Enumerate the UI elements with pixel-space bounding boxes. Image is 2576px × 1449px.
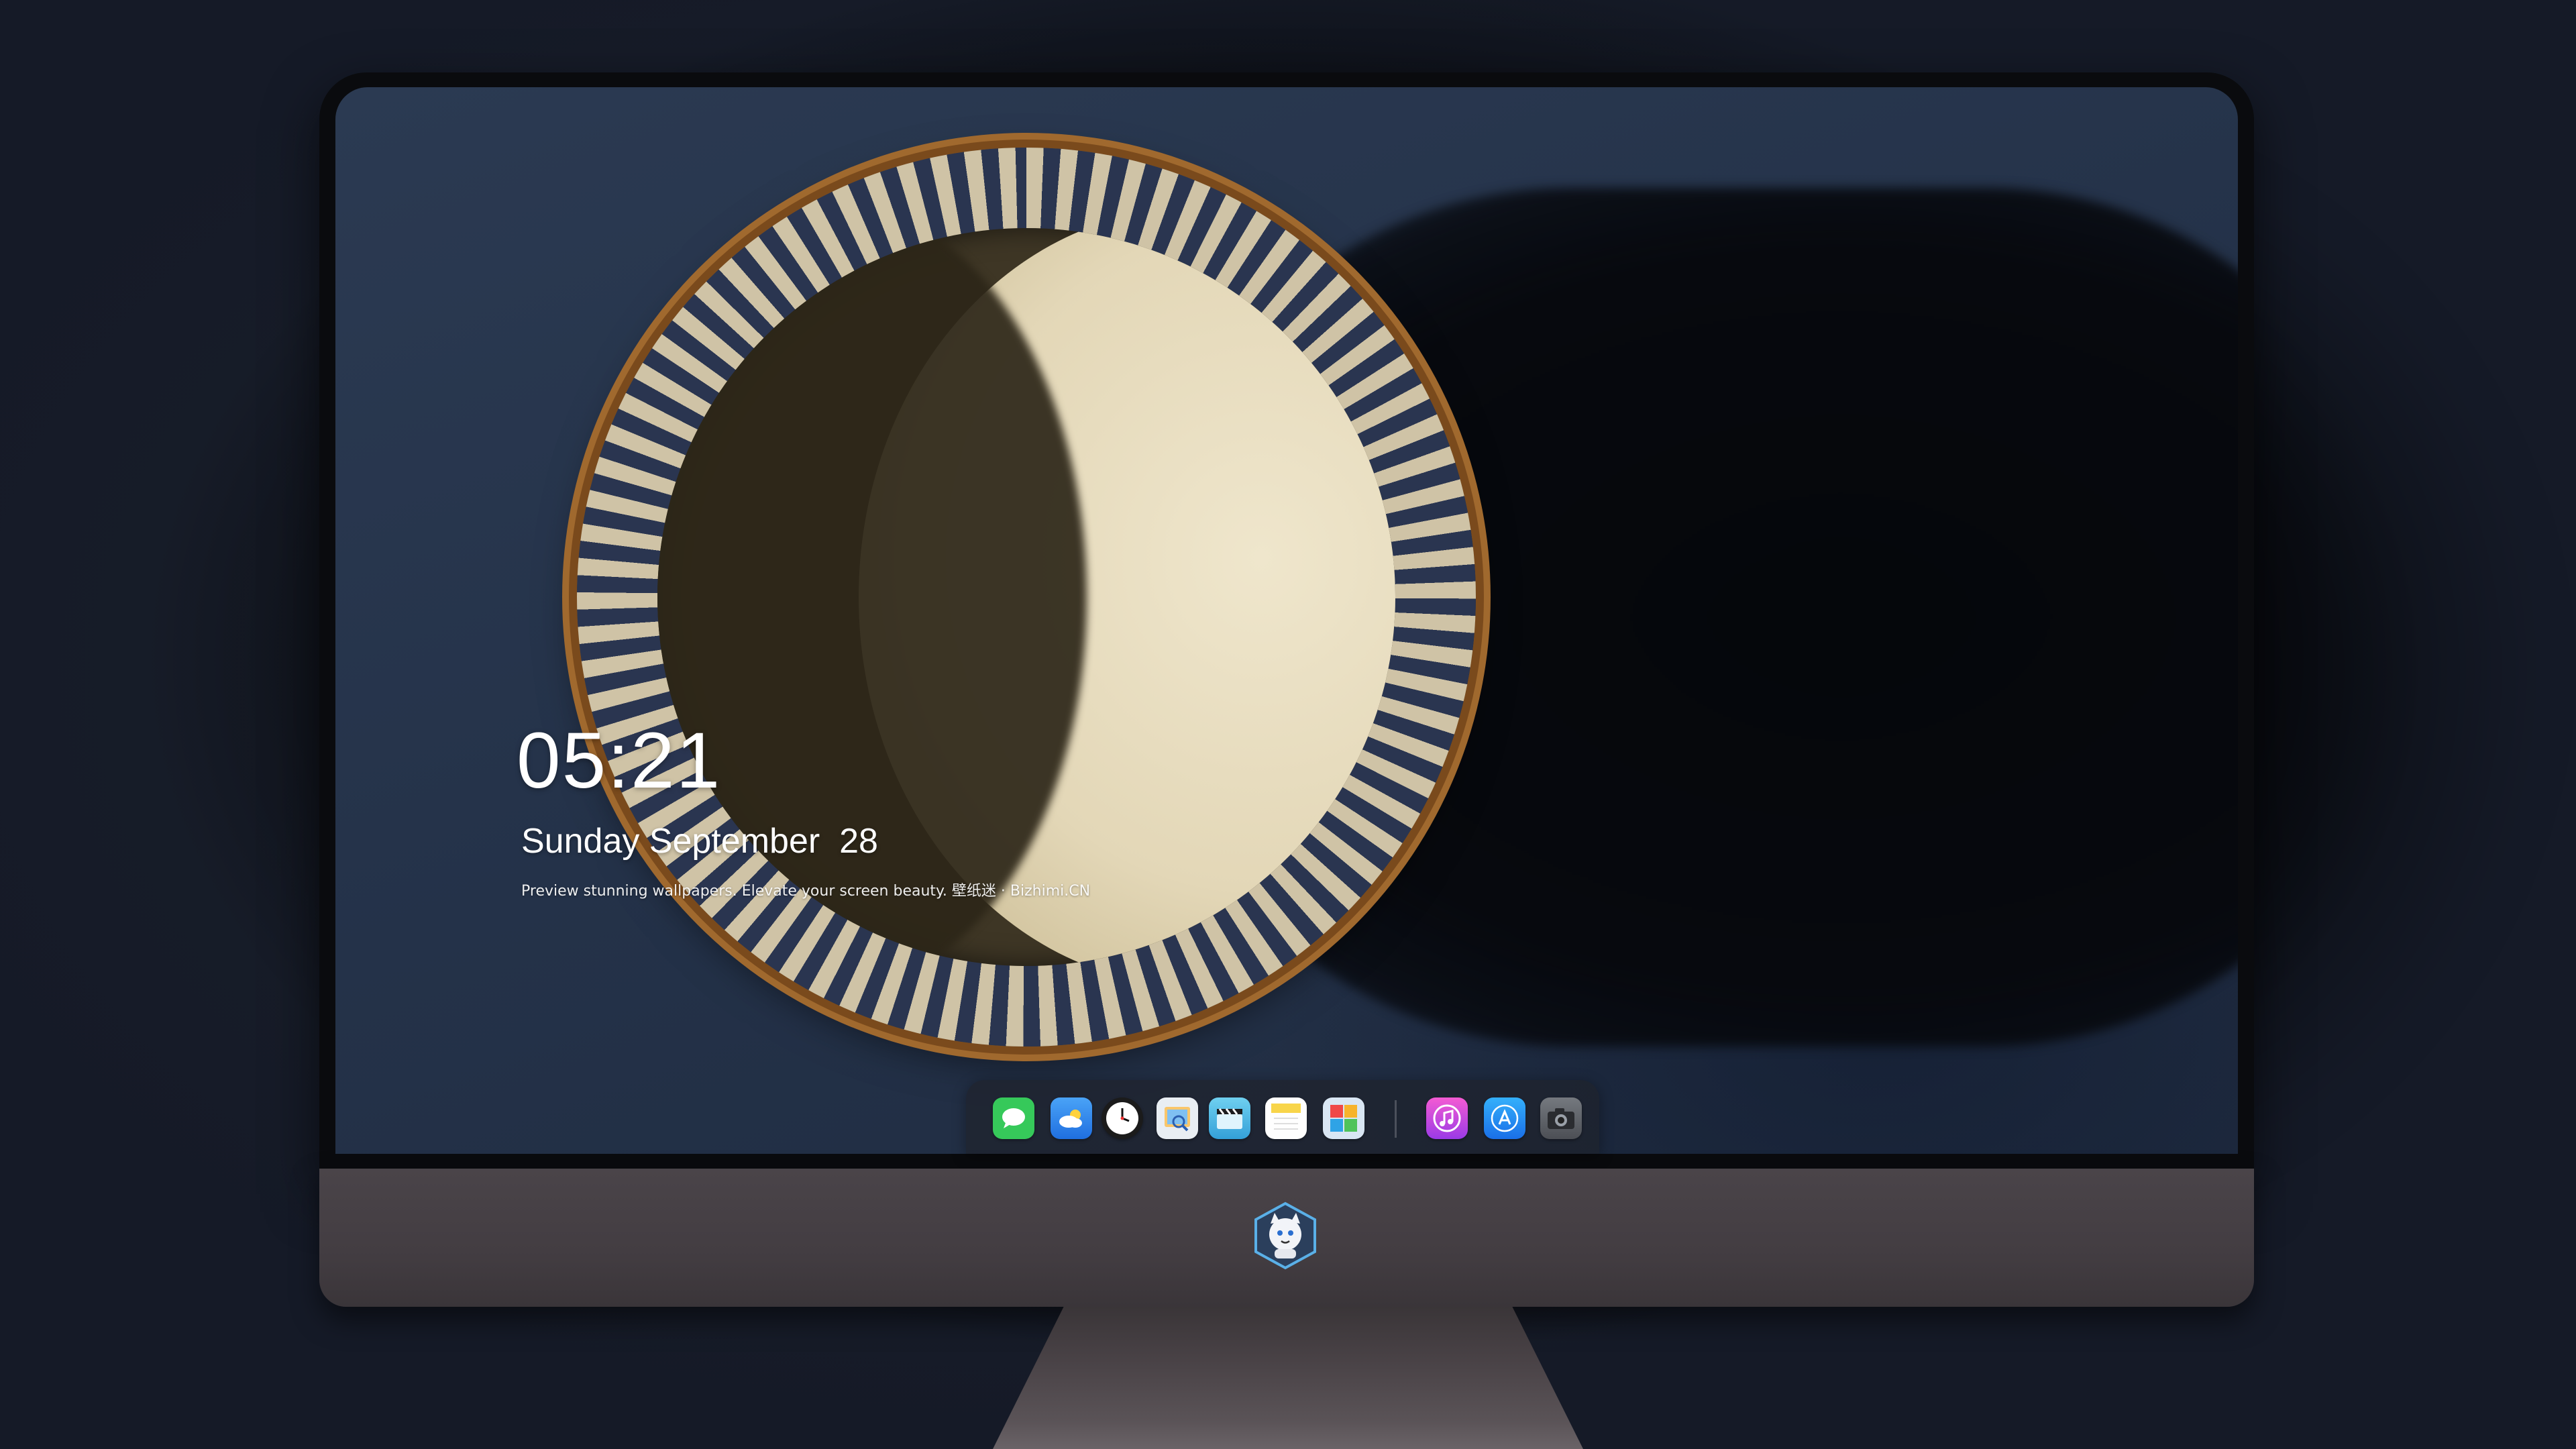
lockscreen-tagline: Preview stunning wallpapers. Elevate you… <box>521 883 1091 900</box>
monitor-stand <box>993 1307 1583 1449</box>
clips-icon[interactable] <box>1209 1097 1250 1139</box>
camera-icon[interactable] <box>1540 1097 1582 1139</box>
lock-screen <box>335 87 2238 1154</box>
messages-icon[interactable] <box>993 1097 1034 1139</box>
notes-icon[interactable] <box>1265 1097 1307 1139</box>
lockscreen-time: 05:21 <box>517 716 722 805</box>
app-store-icon[interactable] <box>1484 1097 1525 1139</box>
itunes-icon[interactable] <box>1426 1097 1468 1139</box>
dock-separator <box>1395 1100 1397 1138</box>
photo-booth-icon[interactable] <box>1323 1097 1364 1139</box>
mascot-logo-icon <box>1250 1201 1320 1271</box>
preview-icon[interactable] <box>1157 1097 1198 1139</box>
weather-icon[interactable] <box>1051 1097 1092 1139</box>
clock-icon[interactable] <box>1102 1097 1143 1139</box>
lockscreen-date: Sunday September 28 <box>521 822 878 861</box>
